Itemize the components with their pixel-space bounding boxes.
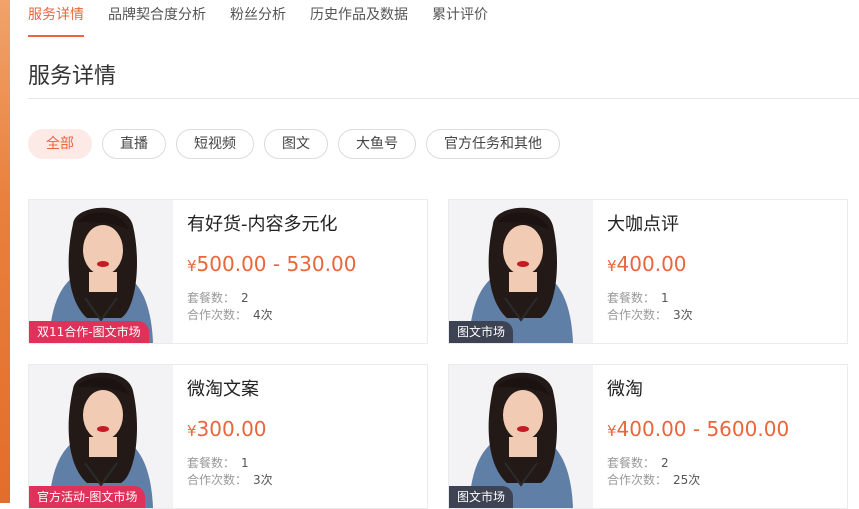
card-title: 大咖点评 (607, 214, 679, 235)
collabs-value: 3次 (253, 473, 273, 487)
tab-service-details[interactable]: 服务详情 (28, 0, 84, 37)
title-divider (28, 98, 859, 99)
tab-history-works[interactable]: 历史作品及数据 (310, 0, 408, 37)
packages-value: 2 (661, 456, 669, 470)
service-thumbnail: 双11合作-图文市场 (29, 200, 173, 343)
packages-label: 套餐数： (607, 456, 656, 470)
packages-value: 2 (241, 291, 249, 305)
currency-symbol: ¥ (187, 257, 197, 275)
service-card[interactable]: 双11合作-图文市场 有好货-内容多元化 ¥500.00 - 530.00 套餐… (28, 199, 428, 344)
packages-row: 套餐数： 1 (607, 289, 669, 306)
tab-bar: 服务详情 品牌契合度分析 粉丝分析 历史作品及数据 累计评价 (28, 0, 512, 37)
service-card[interactable]: 图文市场 大咖点评 ¥400.00 套餐数： 1 合作次数： 3次 (448, 199, 848, 344)
service-card[interactable]: 官方活动-图文市场 微淘文案 ¥300.00 套餐数： 1 合作次数： 3次 (28, 364, 428, 509)
filter-all[interactable]: 全部 (28, 129, 92, 159)
service-thumbnail: 图文市场 (449, 200, 593, 343)
collabs-value: 25次 (673, 473, 701, 487)
collabs-value: 3次 (673, 308, 693, 322)
collabs-label: 合作次数： (607, 473, 668, 487)
card-title: 微淘文案 (187, 379, 259, 400)
collabs-row: 合作次数： 25次 (607, 471, 700, 488)
card-tag: 图文市场 (449, 321, 514, 343)
collabs-label: 合作次数： (187, 473, 248, 487)
filter-live[interactable]: 直播 (102, 129, 166, 159)
packages-value: 1 (241, 456, 249, 470)
card-price: ¥500.00 - 530.00 (187, 252, 356, 276)
card-tag: 官方活动-图文市场 (29, 486, 146, 508)
collabs-value: 4次 (253, 308, 273, 322)
price-value: 400.00 (616, 252, 687, 276)
card-tag: 双11合作-图文市场 (29, 321, 149, 343)
collabs-label: 合作次数： (187, 308, 248, 322)
filter-short-video[interactable]: 短视频 (176, 129, 254, 159)
packages-label: 套餐数： (187, 456, 236, 470)
price-value: 300.00 (196, 417, 267, 441)
tab-reviews[interactable]: 累计评价 (432, 0, 488, 37)
collabs-row: 合作次数： 3次 (607, 306, 693, 323)
service-card[interactable]: 图文市场 微淘 ¥400.00 - 5600.00 套餐数： 2 合作次数： 25次 (448, 364, 848, 509)
collabs-label: 合作次数： (607, 308, 668, 322)
currency-symbol: ¥ (607, 257, 617, 275)
packages-label: 套餐数： (187, 291, 236, 305)
collabs-row: 合作次数： 4次 (187, 306, 273, 323)
filter-image-text[interactable]: 图文 (264, 129, 328, 159)
packages-row: 套餐数： 1 (187, 454, 249, 471)
price-value: 400.00 - 5600.00 (616, 417, 790, 441)
filter-bar: 全部 直播 短视频 图文 大鱼号 官方任务和其他 (28, 129, 570, 159)
service-thumbnail: 官方活动-图文市场 (29, 365, 173, 508)
filter-official-other[interactable]: 官方任务和其他 (426, 129, 560, 159)
left-decorative-strip (0, 0, 10, 503)
currency-symbol: ¥ (187, 422, 197, 440)
tab-fans-analysis[interactable]: 粉丝分析 (230, 0, 286, 37)
currency-symbol: ¥ (607, 422, 617, 440)
tab-brand-fit[interactable]: 品牌契合度分析 (108, 0, 206, 37)
filter-dayu[interactable]: 大鱼号 (338, 129, 416, 159)
card-price: ¥400.00 (607, 252, 687, 276)
packages-row: 套餐数： 2 (187, 289, 249, 306)
collabs-row: 合作次数： 3次 (187, 471, 273, 488)
card-price: ¥400.00 - 5600.00 (607, 417, 789, 441)
card-tag: 图文市场 (449, 486, 514, 508)
price-value: 500.00 - 530.00 (196, 252, 357, 276)
packages-row: 套餐数： 2 (607, 454, 669, 471)
page-title: 服务详情 (28, 64, 117, 89)
packages-label: 套餐数： (607, 291, 656, 305)
card-title: 微淘 (607, 379, 643, 400)
card-title: 有好货-内容多元化 (187, 214, 338, 235)
card-price: ¥300.00 (187, 417, 267, 441)
packages-value: 1 (661, 291, 669, 305)
service-thumbnail: 图文市场 (449, 365, 593, 508)
